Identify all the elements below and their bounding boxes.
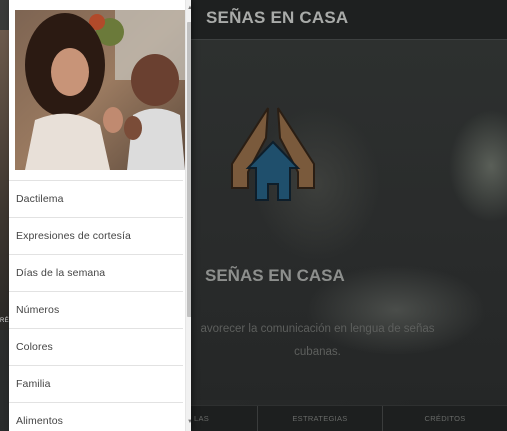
nav-item-reglas[interactable]: LAS — [190, 406, 258, 431]
menu-item-numeros[interactable]: Números — [9, 291, 183, 328]
nav-item-creditos[interactable]: CRÉDITOS — [383, 406, 507, 431]
scroll-down-arrow-icon[interactable]: ▼ — [186, 419, 191, 425]
menu-item-familia[interactable]: Familia — [9, 365, 183, 402]
drawer-header-photo — [15, 10, 185, 170]
drawer-scrollbar[interactable]: ▲ ▼ — [185, 0, 191, 431]
menu-item-alimentos[interactable]: Alimentos — [9, 402, 183, 431]
app-title: SEÑAS EN CASA — [206, 8, 349, 27]
menu-item-dactilema[interactable]: Dactilema — [9, 180, 183, 217]
drawer-menu: Dactilema Expresiones de cortesía Días d… — [9, 180, 183, 431]
bottom-nav: LAS ESTRATEGIAS CRÉDITOS — [190, 405, 507, 431]
menu-item-colores[interactable]: Colores — [9, 328, 183, 365]
menu-item-expresiones-cortesia[interactable]: Expresiones de cortesía — [9, 217, 183, 254]
scroll-up-arrow-icon[interactable]: ▲ — [186, 5, 191, 11]
menu-item-dias-semana[interactable]: Días de la semana — [9, 254, 183, 291]
left-edge-label: RÉ — [0, 318, 9, 324]
navigation-drawer: Dactilema Expresiones de cortesía Días d… — [9, 0, 191, 431]
left-edge-photo — [0, 30, 9, 330]
house-hands-icon — [231, 107, 315, 201]
hero-text: avorecer la comunicación en lengua de se… — [200, 323, 435, 358]
nav-item-estrategias[interactable]: ESTRATEGIAS — [258, 406, 383, 431]
hero-title: SEÑAS EN CASA — [205, 266, 345, 285]
scrollbar-thumb[interactable] — [187, 22, 191, 317]
